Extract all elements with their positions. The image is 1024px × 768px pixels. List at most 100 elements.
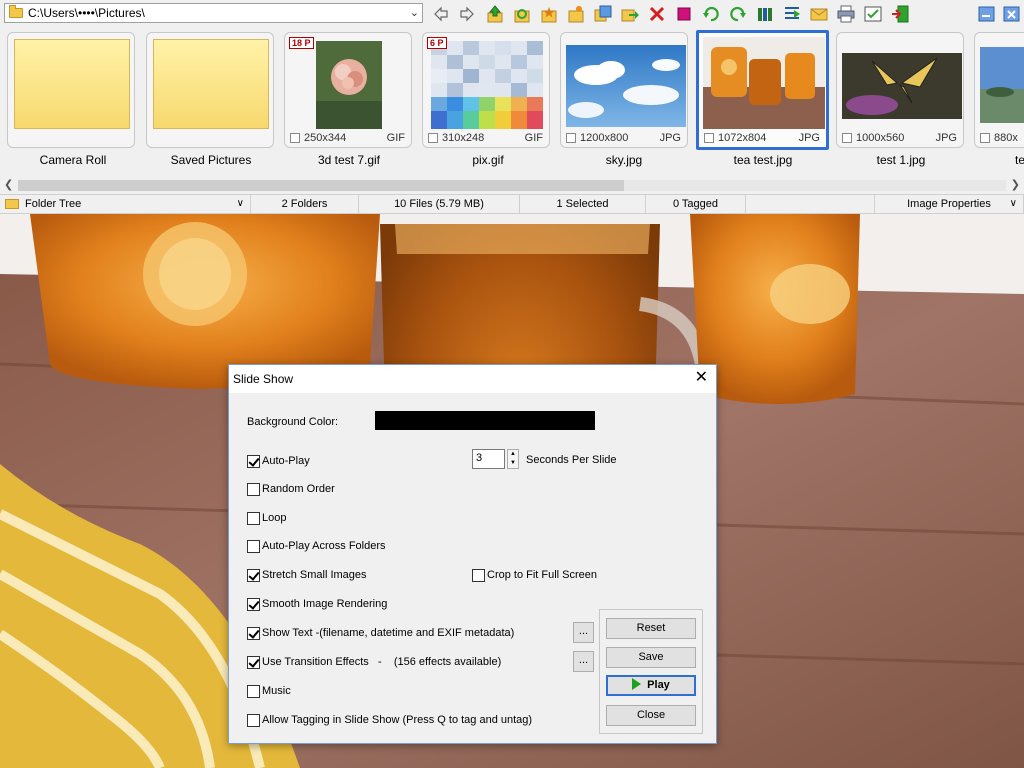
thumbnail-caption: sky.jpg <box>605 153 643 167</box>
close-window-icon[interactable] <box>1002 4 1022 24</box>
image-format: JPG <box>935 132 957 144</box>
exit-icon[interactable] <box>890 4 910 24</box>
dialog-button-panel: Reset Save Play Close <box>599 609 703 734</box>
thumbnail-caption: 3d test 7.gif <box>317 153 381 167</box>
tag-checkbox[interactable] <box>842 133 852 143</box>
seconds-per-slide-input[interactable]: 3 <box>472 449 505 469</box>
compare-icon[interactable] <box>755 4 775 24</box>
rotate-left-icon[interactable] <box>701 4 721 24</box>
transition-effects-checkbox[interactable] <box>247 656 260 669</box>
spin-up-icon[interactable]: ▲ <box>508 450 518 459</box>
scroll-left-icon[interactable]: ❮ <box>4 178 13 191</box>
stretch-small-images-label: Stretch Small Images <box>262 569 367 581</box>
smooth-rendering-checkbox[interactable] <box>247 598 260 611</box>
folder-tree-label: Folder Tree <box>25 198 82 210</box>
folder-icon <box>153 39 269 129</box>
minimize-icon[interactable] <box>977 4 997 24</box>
tag-checkbox[interactable] <box>980 133 990 143</box>
back-arrow-icon[interactable] <box>431 4 451 24</box>
favorite-folder-icon[interactable] <box>539 4 559 24</box>
scrollbar-thumb[interactable] <box>18 180 624 191</box>
thumbnail-partial[interactable]: 880x <box>974 32 1024 148</box>
thumbnail-caption: te <box>1015 153 1024 167</box>
thumbnail-folder-saved-pictures[interactable] <box>146 32 274 148</box>
thumbnail-folder-camera-roll[interactable] <box>7 32 135 148</box>
dialog-titlebar[interactable]: Slide Show ✕ <box>229 365 716 393</box>
auto-play-checkbox[interactable] <box>247 455 260 468</box>
save-button[interactable]: Save <box>606 647 696 668</box>
play-icon <box>632 678 642 690</box>
new-folder-icon[interactable] <box>566 4 586 24</box>
double-chevron-down-icon: ∨ <box>236 198 244 209</box>
scroll-right-icon[interactable]: ❯ <box>1011 178 1020 191</box>
thumbnail-tea-test[interactable]: 1072x804 JPG <box>696 30 829 150</box>
double-chevron-down-icon: ∨ <box>1009 198 1017 209</box>
path-text: C:\Users\••••\Pictures\ <box>28 6 145 20</box>
image-format: GIF <box>386 132 405 144</box>
horizontal-scrollbar[interactable]: ❮ ❯ <box>0 178 1024 193</box>
play-label: Play <box>647 679 670 691</box>
close-icon[interactable]: ✕ <box>695 369 708 387</box>
tag-checkbox[interactable] <box>566 133 576 143</box>
reset-button[interactable]: Reset <box>606 618 696 639</box>
image-properties-label: Image Properties <box>907 198 991 210</box>
crop-to-fit-checkbox[interactable] <box>472 569 485 582</box>
folder-icon <box>5 199 19 209</box>
transition-options-button[interactable]: ... <box>573 651 594 672</box>
thumbnail-test-1[interactable]: 1000x560 JPG <box>836 32 964 148</box>
folder-tree-toggle[interactable]: Folder Tree ∨ <box>0 195 251 213</box>
email-icon[interactable] <box>809 4 829 24</box>
print-icon[interactable] <box>836 4 856 24</box>
delete-icon[interactable] <box>647 4 667 24</box>
show-text-checkbox[interactable] <box>247 627 260 640</box>
image-format: JPG <box>798 132 820 144</box>
stretch-small-images-checkbox[interactable] <box>247 569 260 582</box>
loop-checkbox[interactable] <box>247 512 260 525</box>
folder-icon <box>14 39 130 129</box>
show-text-label: Show Text -(filename, datetime and EXIF … <box>262 627 515 639</box>
landscape-image <box>980 47 1024 123</box>
background-color-swatch[interactable] <box>375 411 595 430</box>
allow-tagging-label: Allow Tagging in Slide Show (Press Q to … <box>262 714 533 726</box>
show-text-options-button[interactable]: ... <box>573 622 594 643</box>
spin-down-icon[interactable]: ▼ <box>508 459 518 468</box>
thumbnail-caption: Camera Roll <box>39 153 107 167</box>
tag-checkbox[interactable] <box>428 133 438 143</box>
up-folder-icon[interactable] <box>485 4 505 24</box>
move-to-icon[interactable] <box>620 4 640 24</box>
pixel-grid-image <box>431 41 543 129</box>
music-checkbox[interactable] <box>247 685 260 698</box>
thumbnail-caption: tea test.jpg <box>733 153 793 167</box>
forward-arrow-icon[interactable] <box>457 4 477 24</box>
options-icon[interactable] <box>863 4 883 24</box>
chevron-down-icon[interactable]: ⌄ <box>410 6 419 19</box>
rotate-right-icon[interactable] <box>728 4 748 24</box>
slideshow-icon[interactable] <box>782 4 802 24</box>
tag-icon[interactable] <box>674 4 694 24</box>
image-properties-toggle[interactable]: Image Properties ∨ <box>874 195 1024 213</box>
folder-icon <box>9 5 23 18</box>
transition-effects-label: Use Transition Effects - (156 effects av… <box>262 656 502 668</box>
image-dimensions: 1000x560 <box>856 132 905 144</box>
path-combobox[interactable]: C:\Users\••••\Pictures\ ⌄ <box>4 3 423 23</box>
play-button[interactable]: Play <box>606 675 696 696</box>
image-dimensions: 310x248 <box>442 132 485 144</box>
butterfly-image <box>842 53 962 119</box>
copy-to-icon[interactable] <box>593 4 613 24</box>
thumbnail-pix[interactable]: 6 P 310x248 GIF <box>422 32 550 148</box>
random-order-checkbox[interactable] <box>247 483 260 496</box>
page-count-badge: 6 P <box>427 37 447 49</box>
close-button[interactable]: Close <box>606 705 696 726</box>
refresh-icon[interactable] <box>512 4 532 24</box>
tagged-count: 0 Tagged <box>646 195 746 213</box>
thumbnail-3d-test-7[interactable]: 18 P 250x344 GIF <box>284 32 412 148</box>
seconds-spinner[interactable]: ▲ ▼ <box>507 449 519 469</box>
dialog-title: Slide Show <box>233 372 294 386</box>
tag-checkbox[interactable] <box>290 133 300 143</box>
image-dimensions: 1072x804 <box>718 132 767 144</box>
auto-play-across-folders-checkbox[interactable] <box>247 540 260 553</box>
thumbnail-sky[interactable]: 1200x800 JPG <box>560 32 688 148</box>
allow-tagging-checkbox[interactable] <box>247 714 260 727</box>
tag-checkbox[interactable] <box>704 133 714 143</box>
status-bar: Folder Tree ∨ 2 Folders 10 Files (5.79 M… <box>0 194 1024 214</box>
